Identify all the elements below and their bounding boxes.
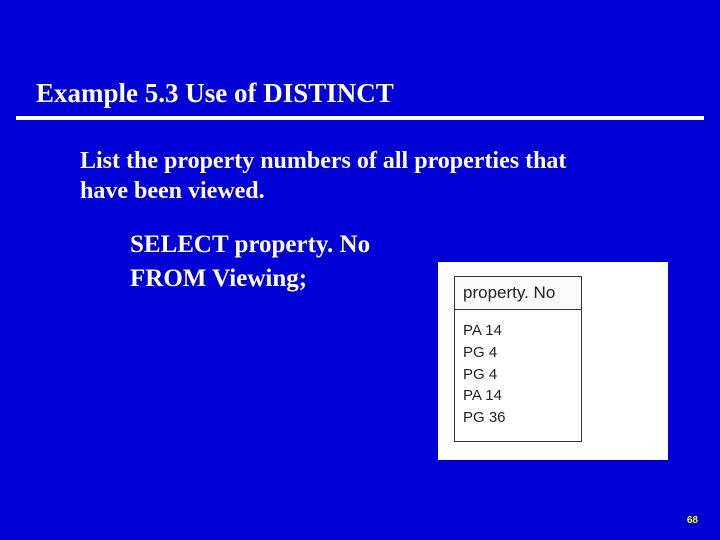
sql-line-1: SELECT property. No [130,228,370,262]
title-block: Example 5.3 Use of DISTINCT [36,78,684,115]
result-body: PA 14 PG 4 PG 4 PA 14 PG 36 [455,310,581,441]
slide: Example 5.3 Use of DISTINCT List the pro… [0,0,720,540]
table-row: PG 36 [463,407,573,429]
sql-line-2: FROM Viewing; [130,262,370,296]
table-row: PG 4 [463,342,573,364]
table-row: PG 4 [463,364,573,386]
body-text: List the property numbers of all propert… [80,146,620,206]
page-number: 68 [687,515,698,526]
result-header: property. No [455,277,581,310]
result-table: property. No PA 14 PG 4 PG 4 PA 14 PG 36 [454,276,582,442]
table-row: PA 14 [463,385,573,407]
table-row: PA 14 [463,320,573,342]
slide-title: Example 5.3 Use of DISTINCT [36,78,684,115]
result-card: property. No PA 14 PG 4 PG 4 PA 14 PG 36 [438,262,668,460]
title-underline [16,116,704,120]
sql-block: SELECT property. No FROM Viewing; [130,228,370,296]
